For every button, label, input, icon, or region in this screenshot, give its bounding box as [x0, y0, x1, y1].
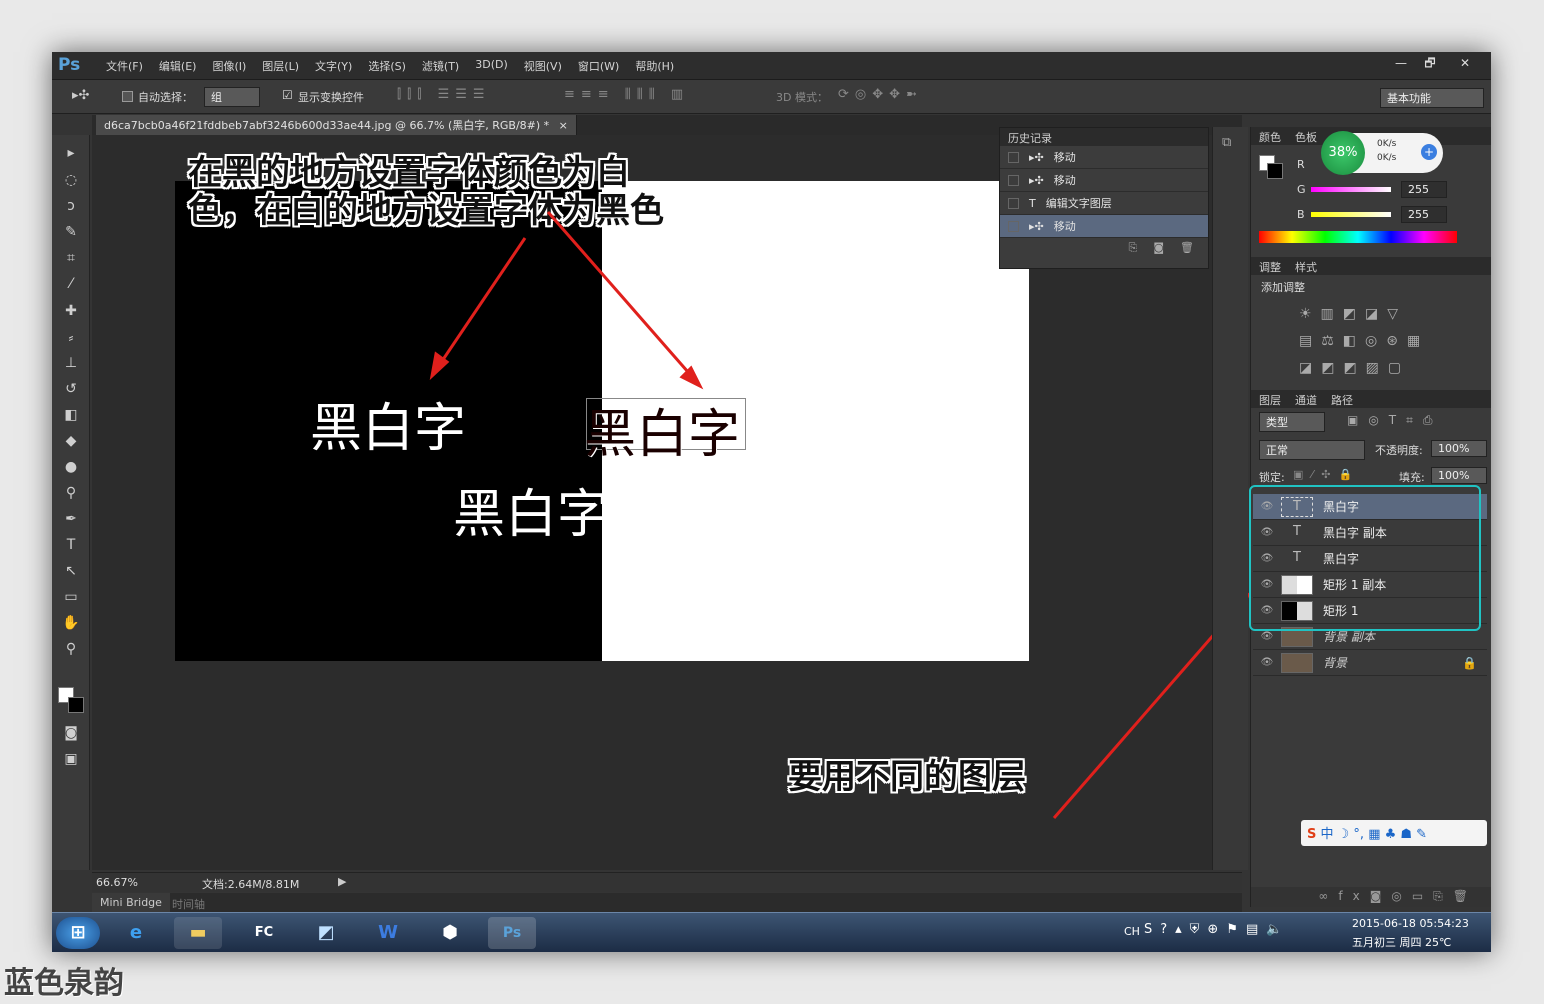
layers-footer-icons[interactable]: ∞fx◙◎▭⎘🗑 — [1251, 887, 1491, 907]
camera-icon[interactable]: ◙ — [1153, 241, 1164, 255]
layers-panel: 图层 通道 路径 类型 ▣◎T⌗⎙ 正常 不透明度: 100% 锁定: ▣⁄✣🔒 填… — [1249, 390, 1491, 907]
eye-icon[interactable]: 👁 — [1253, 657, 1281, 668]
clock[interactable]: 2015-06-18 05:54:23 — [1352, 917, 1469, 930]
history-snapshot-box[interactable] — [1008, 197, 1019, 209]
adjust-panel-tabs: 调整 样式 — [1251, 257, 1491, 275]
trash-icon[interactable]: 🗑 — [1180, 241, 1194, 255]
tab-paths[interactable]: 路径 — [1331, 392, 1353, 407]
tab-styles[interactable]: 样式 — [1295, 259, 1317, 274]
color-spectrum[interactable] — [1259, 231, 1457, 243]
adjust-title: 添加调整 — [1261, 281, 1305, 294]
history-item[interactable]: ▸✣ 移动 — [1000, 169, 1208, 192]
clock-time: 05:54:23 — [1419, 917, 1469, 930]
history-item[interactable]: T 编辑文字图层 — [1000, 192, 1208, 215]
fill-label: 填充: — [1399, 471, 1425, 484]
history-panel-icon[interactable]: ⧉ — [1222, 135, 1231, 150]
app-icon[interactable]: ⬢ — [426, 917, 474, 949]
history-snapshot-box[interactable] — [1008, 220, 1019, 232]
layer-filter-dropdown[interactable]: 类型 — [1259, 412, 1325, 432]
ime-toolbar[interactable]: S 中 ☽ °, ▦ ♣ ☗ ✎ — [1301, 820, 1487, 846]
status-menu-arrow-icon[interactable]: ▶ — [338, 875, 346, 888]
blend-mode-dropdown[interactable]: 正常 — [1259, 440, 1365, 460]
net-widget-percent: 38% — [1321, 131, 1365, 175]
move-icon: ▸✣ — [1029, 219, 1044, 233]
bg-swatch[interactable] — [1267, 163, 1283, 179]
history-item[interactable]: ▸✣ 移动 — [1000, 146, 1208, 169]
opacity-field[interactable]: 100% — [1431, 440, 1487, 457]
arrow-head-white — [679, 365, 704, 390]
tab-mini-bridge[interactable]: Mini Bridge — [92, 893, 170, 912]
layer-row[interactable]: 👁 背景 🔒 — [1253, 650, 1487, 676]
clock-lunar: 五月初三 周四 25℃ — [1352, 936, 1452, 949]
tab-color[interactable]: 颜色 — [1259, 129, 1281, 144]
clock-date: 2015-06-18 — [1352, 917, 1416, 930]
g-label: G — [1297, 183, 1306, 196]
history-title: 历史记录 — [1000, 128, 1208, 146]
word-icon[interactable]: W — [364, 917, 412, 949]
tab-swatches[interactable]: 色板 — [1295, 129, 1317, 144]
tab-timeline[interactable]: 时间轴 — [172, 896, 205, 912]
history-item-label: 移动 — [1053, 174, 1076, 187]
opacity-label: 不透明度: — [1375, 444, 1423, 457]
ime-indicator[interactable]: CH — [1124, 925, 1140, 938]
windows-taskbar: ⊞ e ▬ FC ◩ W ⬢ Ps CH S?▴⛨⊕⚑▤🔈 2015-06-18… — [52, 912, 1491, 952]
adjust-icons[interactable]: ☀▥◩◪▽ ▤⚖◧◎⊛▦ ◪◩◩▨▢ — [1251, 299, 1491, 382]
history-footer: ⎘ ◙ 🗑 — [1000, 238, 1208, 258]
watermark: 蓝色泉韵 — [4, 966, 124, 1001]
net-upload: 0K/s — [1377, 139, 1397, 149]
tab-layers[interactable]: 图层 — [1259, 392, 1281, 407]
panel-dock-strip: ⧉ — [1212, 127, 1248, 870]
history-snapshot-box[interactable] — [1008, 174, 1019, 186]
history-snapshot-box[interactable] — [1008, 151, 1019, 163]
color-panel: 颜色 色板 R G 255 B 255 38% 0K/s 0K/s + — [1251, 127, 1491, 257]
bottom-panel-tabs: Mini Bridge 时间轴 — [92, 893, 1242, 913]
g-slider[interactable] — [1311, 187, 1391, 192]
r-label: R — [1297, 158, 1305, 171]
net-speed-widget[interactable]: 38% 0K/s 0K/s + — [1321, 131, 1443, 175]
doc-info: 文档:2.64M/8.81M — [202, 878, 300, 891]
tray-icons[interactable]: S?▴⛨⊕⚑▤🔈 — [1144, 922, 1290, 937]
layer-thumbnail — [1281, 652, 1313, 673]
eye-icon[interactable]: 👁 — [1253, 631, 1281, 642]
layers-highlight-box — [1249, 485, 1481, 631]
move-icon: ▸✣ — [1029, 150, 1044, 164]
notepad-icon[interactable]: ◩ — [302, 917, 350, 949]
adjust-panel: 调整 样式 添加调整 ☀▥◩◪▽ ▤⚖◧◎⊛▦ ◪◩◩▨▢ — [1251, 257, 1491, 385]
explorer-icon[interactable]: ▬ — [174, 917, 222, 949]
layer-name: 背景 — [1323, 656, 1348, 670]
plus-icon[interactable]: + — [1421, 144, 1437, 160]
fc-app-icon[interactable]: FC — [240, 917, 288, 949]
right-panels: 颜色 色板 R G 255 B 255 38% 0K/s 0K/s + 调整 样式 … — [1249, 127, 1491, 907]
lock-icon: 🔒 — [1462, 655, 1477, 670]
history-item-label: 移动 — [1053, 151, 1076, 164]
move-icon: ▸✣ — [1029, 173, 1044, 187]
history-item-label: 移动 — [1053, 220, 1076, 233]
ie-icon[interactable]: e — [112, 917, 160, 949]
zoom-readout[interactable]: 66.67% — [96, 876, 138, 889]
fill-field[interactable]: 100% — [1431, 467, 1487, 484]
layers-panel-tabs: 图层 通道 路径 — [1251, 390, 1491, 408]
lock-label: 锁定: — [1259, 471, 1285, 484]
status-bar: 66.67% 文档:2.64M/8.81M ▶ — [92, 872, 1242, 892]
tab-channels[interactable]: 通道 — [1295, 392, 1317, 407]
new-document-icon[interactable]: ⎘ — [1129, 241, 1138, 255]
photoshop-window: Ps 文件(F) 编辑(E) 图像(I) 图层(L) 文字(Y) 选择(S) 滤… — [52, 52, 1491, 952]
b-slider[interactable] — [1311, 212, 1391, 217]
net-download: 0K/s — [1377, 153, 1397, 163]
arrow-to-black — [434, 237, 527, 371]
type-icon: T — [1029, 196, 1036, 210]
filter-icons[interactable]: ▣◎T⌗⎙ — [1347, 413, 1443, 428]
lock-icons[interactable]: ▣⁄✣🔒 — [1293, 468, 1360, 481]
photoshop-taskbar-icon[interactable]: Ps — [488, 917, 536, 949]
g-value[interactable]: 255 — [1401, 181, 1447, 198]
b-label: B — [1297, 208, 1305, 221]
history-item-active[interactable]: ▸✣ 移动 — [1000, 215, 1208, 238]
start-orb-icon[interactable]: ⊞ — [56, 917, 100, 949]
tab-adjust[interactable]: 调整 — [1259, 259, 1281, 274]
arrow-to-white — [546, 211, 697, 381]
b-value[interactable]: 255 — [1401, 206, 1447, 223]
history-panel: 历史记录 ▸✣ 移动 ▸✣ 移动 T 编辑文字图层 ▸✣ 移动 ⎘ ◙ 🗑 — [999, 127, 1209, 269]
history-item-label: 编辑文字图层 — [1045, 197, 1112, 210]
